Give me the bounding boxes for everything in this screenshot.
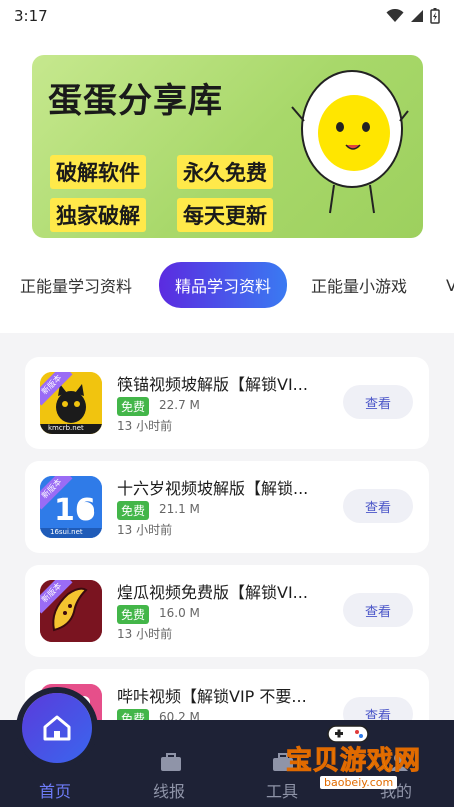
bag-icon[interactable] (160, 752, 182, 772)
icon-caption: 16sui.net (50, 528, 83, 536)
banner-tag: 每天更新 (177, 198, 273, 232)
banana-icon: 新版本 (40, 580, 102, 642)
app-time: 13 小时前 (117, 419, 173, 433)
watermark-text: 宝贝游戏网 (285, 746, 422, 777)
cat-icon: kmcrb.net 新版本 (40, 372, 102, 434)
site-watermark: 宝贝游戏网 baobeiy.com (278, 724, 428, 798)
status-icons (386, 8, 440, 24)
app-time: 13 小时前 (117, 627, 173, 641)
tab-positive-games[interactable]: 正能量小游戏 (311, 273, 407, 297)
list-item[interactable]: 新版本 煌瓜视频免费版【解锁VI... 免费 16.0 M 13 小时前 查看 (25, 565, 429, 657)
free-badge: 免费 (117, 397, 150, 416)
banner-tag: 永久免费 (177, 155, 273, 189)
nav-label-home[interactable]: 首页 (39, 778, 71, 802)
app-size: 22.7 M (159, 398, 200, 412)
icon-caption: kmcrb.net (48, 424, 84, 432)
tab-premium-study[interactable]: 精品学习资料 (159, 262, 288, 308)
list-item[interactable]: kmcrb.net 新版本 筷锚视频坡解版【解锁VI... 免费 22.7 M … (25, 357, 429, 449)
category-tabs: 正能量学习资料 精品学习资料 正能量小游戏 V (0, 262, 454, 308)
app-title: 筷锚视频坡解版【解锁VI... (117, 375, 308, 394)
view-button[interactable]: 查看 (343, 385, 413, 419)
free-badge: 免费 (117, 501, 150, 520)
status-time: 3:17 (14, 7, 48, 25)
view-button[interactable]: 查看 (343, 593, 413, 627)
banner-tag: 独家破解 (50, 198, 146, 232)
view-button[interactable]: 查看 (343, 489, 413, 523)
signal-icon (411, 10, 423, 22)
watermark-url: baobeiy.com (320, 776, 398, 789)
app-time: 13 小时前 (117, 523, 173, 537)
nav-label-news[interactable]: 线报 (153, 778, 185, 802)
banner-title: 蛋蛋分享库 (48, 81, 223, 121)
egg-mascot-icon (291, 70, 409, 214)
free-badge: 免费 (117, 605, 150, 624)
app-size: 16.0 M (159, 606, 200, 620)
app-size: 21.1 M (159, 502, 200, 516)
app-title: 哔咔视频【解锁VIP 不要... (117, 687, 307, 706)
list-item[interactable]: 16 16sui.net 新版本 十六岁视频坡解版【解锁... 免费 21.1 … (25, 461, 429, 553)
app-title: 十六岁视频坡解版【解锁... (117, 479, 309, 498)
status-bar: 3:17 (0, 0, 454, 32)
tab-more[interactable]: V (446, 276, 454, 295)
number-16-icon: 16 16sui.net 新版本 (40, 476, 102, 538)
home-icon (43, 715, 71, 741)
tab-positive-study[interactable]: 正能量学习资料 (20, 273, 132, 297)
home-button[interactable] (22, 693, 92, 763)
battery-icon (430, 8, 440, 24)
promo-banner[interactable]: 蛋蛋分享库 破解软件 永久免费 独家破解 每天更新 (32, 55, 423, 238)
wifi-icon (386, 9, 404, 22)
banner-tag: 破解软件 (50, 155, 146, 189)
app-title: 煌瓜视频免费版【解锁VI... (117, 583, 308, 602)
